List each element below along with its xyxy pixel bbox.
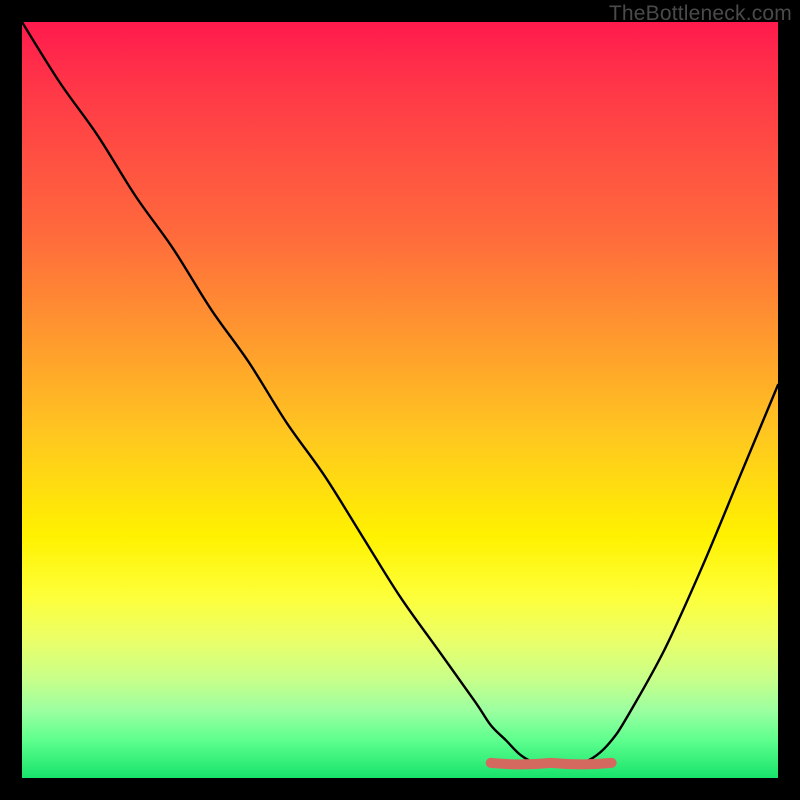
chart-svg: [22, 22, 778, 778]
bottleneck-curve: [22, 22, 778, 763]
curve-path: [22, 22, 778, 763]
attribution-text: TheBottleneck.com: [609, 2, 792, 26]
optimal-range-marker: [491, 763, 612, 765]
chart-frame: [22, 22, 778, 778]
marker-path: [491, 763, 612, 765]
